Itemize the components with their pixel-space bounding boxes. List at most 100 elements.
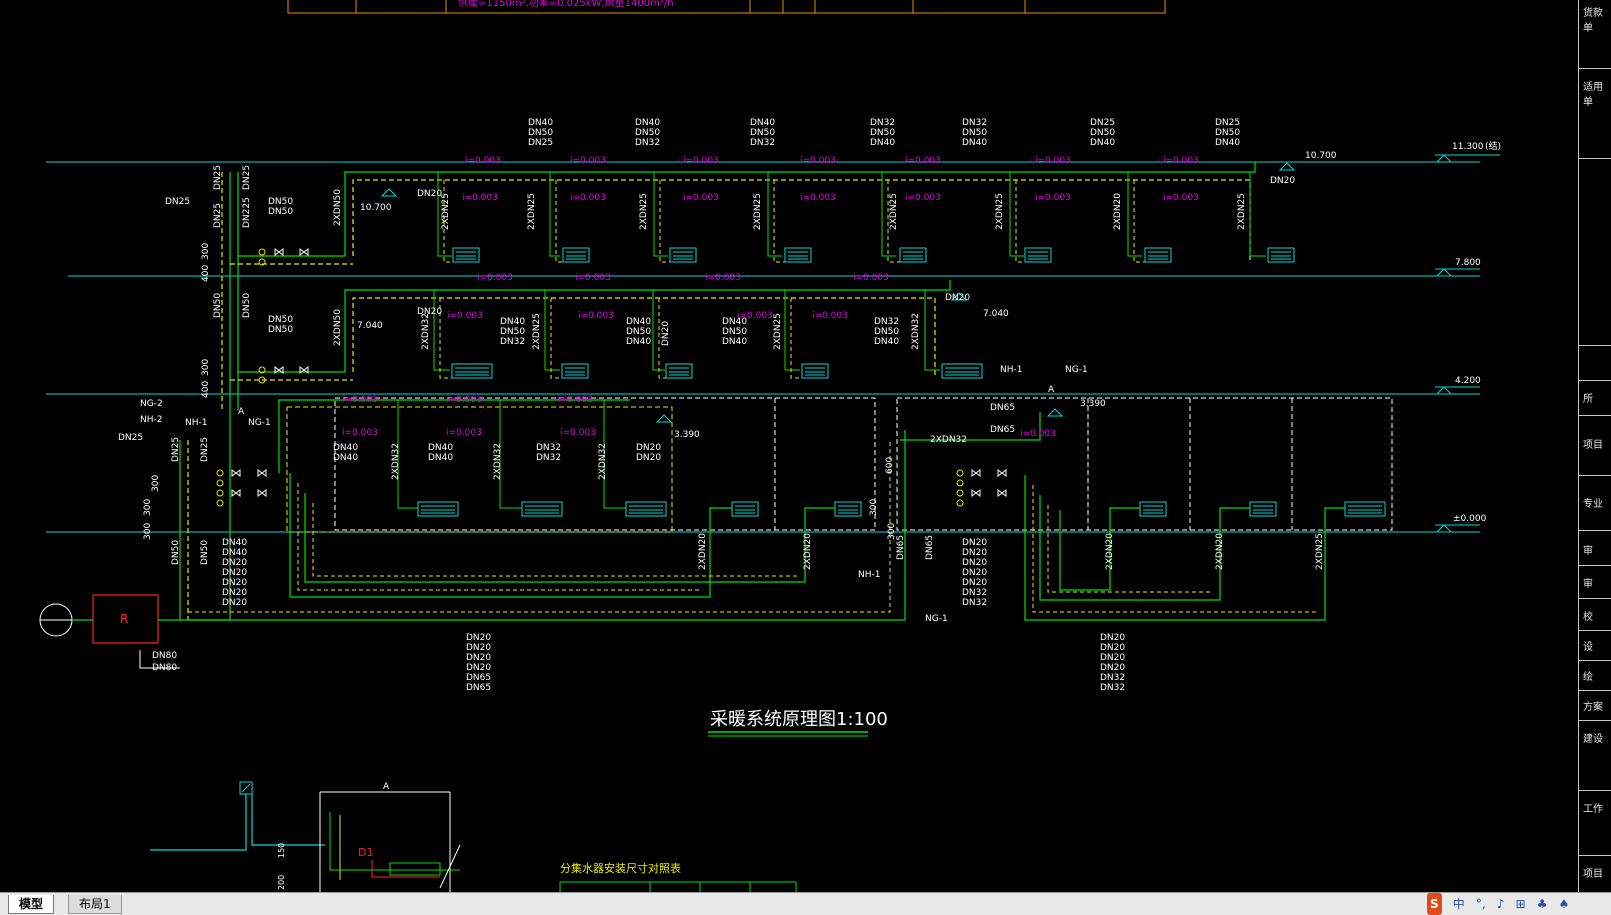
slope-mid-3: i=0.003 bbox=[705, 273, 741, 283]
label-dn50-top7: DN50 bbox=[1215, 128, 1240, 138]
slope-top-1: i=0.003 bbox=[465, 156, 501, 166]
label-dn20-f1: DN20 bbox=[417, 189, 442, 199]
vlabel-dn25-a: DN25 bbox=[213, 165, 223, 190]
vlabel-2xdn50-b: 2XDN50 bbox=[333, 309, 343, 346]
label-dn25-top1: DN25 bbox=[528, 138, 553, 148]
tab-layout1[interactable]: 布局1 bbox=[68, 895, 122, 914]
slope-low-3: i=0.003 bbox=[557, 395, 593, 405]
label-dn50-f2-4: DN50 bbox=[874, 327, 899, 337]
label-dn80-a: DN80 bbox=[152, 651, 177, 661]
label-dn20-b2: DN20 bbox=[466, 643, 491, 653]
vlabel-dn20-f2c: DN20 bbox=[661, 321, 671, 346]
vlabel-dn50-d: DN50 bbox=[200, 540, 210, 565]
ime-chinese-mode[interactable]: 中 bbox=[1453, 893, 1465, 915]
label-dn50-f2-2: DN50 bbox=[626, 327, 651, 337]
slope-mid-r2: i=0.003 bbox=[578, 311, 614, 321]
slope-top-r3: i=0.003 bbox=[683, 193, 719, 203]
label-dn20-f2-right: DN20 bbox=[945, 293, 970, 303]
elevation-7800: 7.800 bbox=[1455, 258, 1481, 268]
heat-source-r-label: R bbox=[120, 612, 128, 626]
slope-mid-r4: i=0.003 bbox=[812, 311, 848, 321]
label-dn20-b1: DN20 bbox=[466, 633, 491, 643]
floor-lines bbox=[46, 161, 1480, 533]
label-dn20-c1: DN20 bbox=[1100, 633, 1125, 643]
label-dn50-left-b: DN50 bbox=[268, 207, 293, 217]
elevation-left-7040: 7.040 bbox=[357, 321, 383, 331]
title-block-label-14: 项目 bbox=[1583, 869, 1603, 880]
elevation-left-10700: 10.700 bbox=[360, 203, 392, 213]
vlabel-2xdn25-2: 2XDN25 bbox=[527, 193, 537, 230]
slope-low-1: i=0.003 bbox=[342, 395, 378, 405]
label-dn20-c3: DN20 bbox=[1100, 653, 1125, 663]
label-dn20-r3: DN20 bbox=[962, 558, 987, 568]
vlabel-dn25-e: DN25 bbox=[200, 437, 210, 462]
vlabel-2xdn20-7: 2XDN20 bbox=[1113, 193, 1123, 230]
title-block-label-10: 绘 bbox=[1583, 672, 1593, 683]
ime-voice-icon[interactable]: ♪ bbox=[1497, 893, 1505, 915]
label-dn20-r5: DN20 bbox=[962, 578, 987, 588]
elevation-0000: ±0.000 bbox=[1453, 514, 1487, 524]
detail-dim-150: 150 bbox=[277, 843, 286, 858]
tab-model[interactable]: 模型 bbox=[8, 895, 55, 914]
vlabel-2xdn32-f2e: 2XDN32 bbox=[911, 313, 921, 350]
heat-source: R bbox=[39, 594, 230, 669]
slope-top-r6: i=0.003 bbox=[1035, 193, 1071, 203]
elevation-10700: 10.700 bbox=[1305, 151, 1337, 161]
label-dn32-c6: DN32 bbox=[1100, 683, 1125, 693]
vlabel-2xdn20-g5: 2XDN20 bbox=[803, 533, 813, 570]
vlabel-300-g: 300 bbox=[887, 523, 897, 540]
slope-top-r4: i=0.003 bbox=[800, 193, 836, 203]
label-dn20-r1: DN20 bbox=[962, 538, 987, 548]
vlabel-2xdn32-g2: 2XDN32 bbox=[493, 443, 503, 480]
detail-d1-label: D1 bbox=[358, 846, 373, 859]
label-dn40-col2: DN40 bbox=[222, 548, 247, 558]
drawing-title-block: 采暖系统原理图1:100 bbox=[708, 709, 888, 737]
slope-top-5: i=0.003 bbox=[905, 156, 941, 166]
slope-top-r1: i=0.003 bbox=[462, 193, 498, 203]
ime-tools-icon[interactable]: ♠ bbox=[1559, 893, 1570, 915]
slope-low-r3: i=0.003 bbox=[560, 428, 596, 438]
label-ng1-right: NG-1 bbox=[1065, 365, 1088, 375]
label-dn40-top7: DN40 bbox=[1215, 138, 1240, 148]
label-dn80-b: DN80 bbox=[152, 663, 177, 673]
cad-drawing-canvas[interactable]: 供暖=1150m²,功率=0.025kW,风量1400m³/h 11.300 (… bbox=[0, 0, 1611, 892]
label-dn40-col1: DN40 bbox=[222, 538, 247, 548]
ime-logo-icon[interactable]: S bbox=[1427, 893, 1442, 915]
vlabel-2xdn25-g8: 2XDN25 bbox=[1315, 533, 1325, 570]
label-dn50-f2-3: DN50 bbox=[722, 327, 747, 337]
vlabel-dn65-a: DN65 bbox=[896, 535, 906, 560]
ime-punctuation-icon[interactable]: °, bbox=[1476, 893, 1486, 915]
label-dn40-top3: DN40 bbox=[750, 118, 775, 128]
vlabel-300-c: 300 bbox=[151, 475, 161, 492]
label-dn32-r7: DN32 bbox=[962, 598, 987, 608]
bottom-detail-drawing: A D1 200 150 分集水器安装尺寸对照表 bbox=[150, 781, 797, 892]
elevation-11300-suffix: (结) bbox=[1485, 140, 1501, 152]
label-ng2: NG-2 bbox=[140, 399, 163, 409]
label-dn20-b4: DN20 bbox=[466, 663, 491, 673]
vlabel-300-d: 300 bbox=[143, 499, 153, 516]
label-dn32-c5: DN32 bbox=[1100, 673, 1125, 683]
label-dn50-top2: DN50 bbox=[635, 128, 660, 138]
label-dn32-g3b: DN32 bbox=[536, 453, 561, 463]
label-dn20-col5: DN20 bbox=[222, 578, 247, 588]
title-block-label-2: 适用单 bbox=[1583, 82, 1603, 108]
slope-top-r7: i=0.003 bbox=[1163, 193, 1199, 203]
label-dn50-top4: DN50 bbox=[870, 128, 895, 138]
vertical-pipe-labels: DN25 DN25 DN25 DN225 DN50 DN50 2XDN50 2X… bbox=[143, 165, 1325, 570]
ime-skin-icon[interactable]: ♣ bbox=[1537, 893, 1548, 915]
slope-top-7: i=0.003 bbox=[1163, 156, 1199, 166]
label-dn40-f2-1: DN40 bbox=[500, 317, 525, 327]
slope-top-4: i=0.003 bbox=[800, 156, 836, 166]
elevation-7040: 7.040 bbox=[983, 309, 1009, 319]
label-dn50-left-a: DN50 bbox=[268, 197, 293, 207]
vlabel-2xdn25-6: 2XDN25 bbox=[995, 193, 1005, 230]
vlabel-dn50-c: DN50 bbox=[171, 540, 181, 565]
label-dn20-g4b: DN20 bbox=[636, 453, 661, 463]
ime-keyboard-icon[interactable]: ⊞ bbox=[1516, 893, 1526, 915]
title-block-label-9: 设 bbox=[1583, 642, 1593, 653]
slope-mid-1: i=0.003 bbox=[477, 273, 513, 283]
label-dn65-b: DN65 bbox=[990, 425, 1015, 435]
vlabel-2xdn50-a: 2XDN50 bbox=[333, 189, 343, 226]
label-dn32-top4: DN32 bbox=[870, 118, 895, 128]
vlabel-400-a: 400 bbox=[201, 265, 211, 282]
